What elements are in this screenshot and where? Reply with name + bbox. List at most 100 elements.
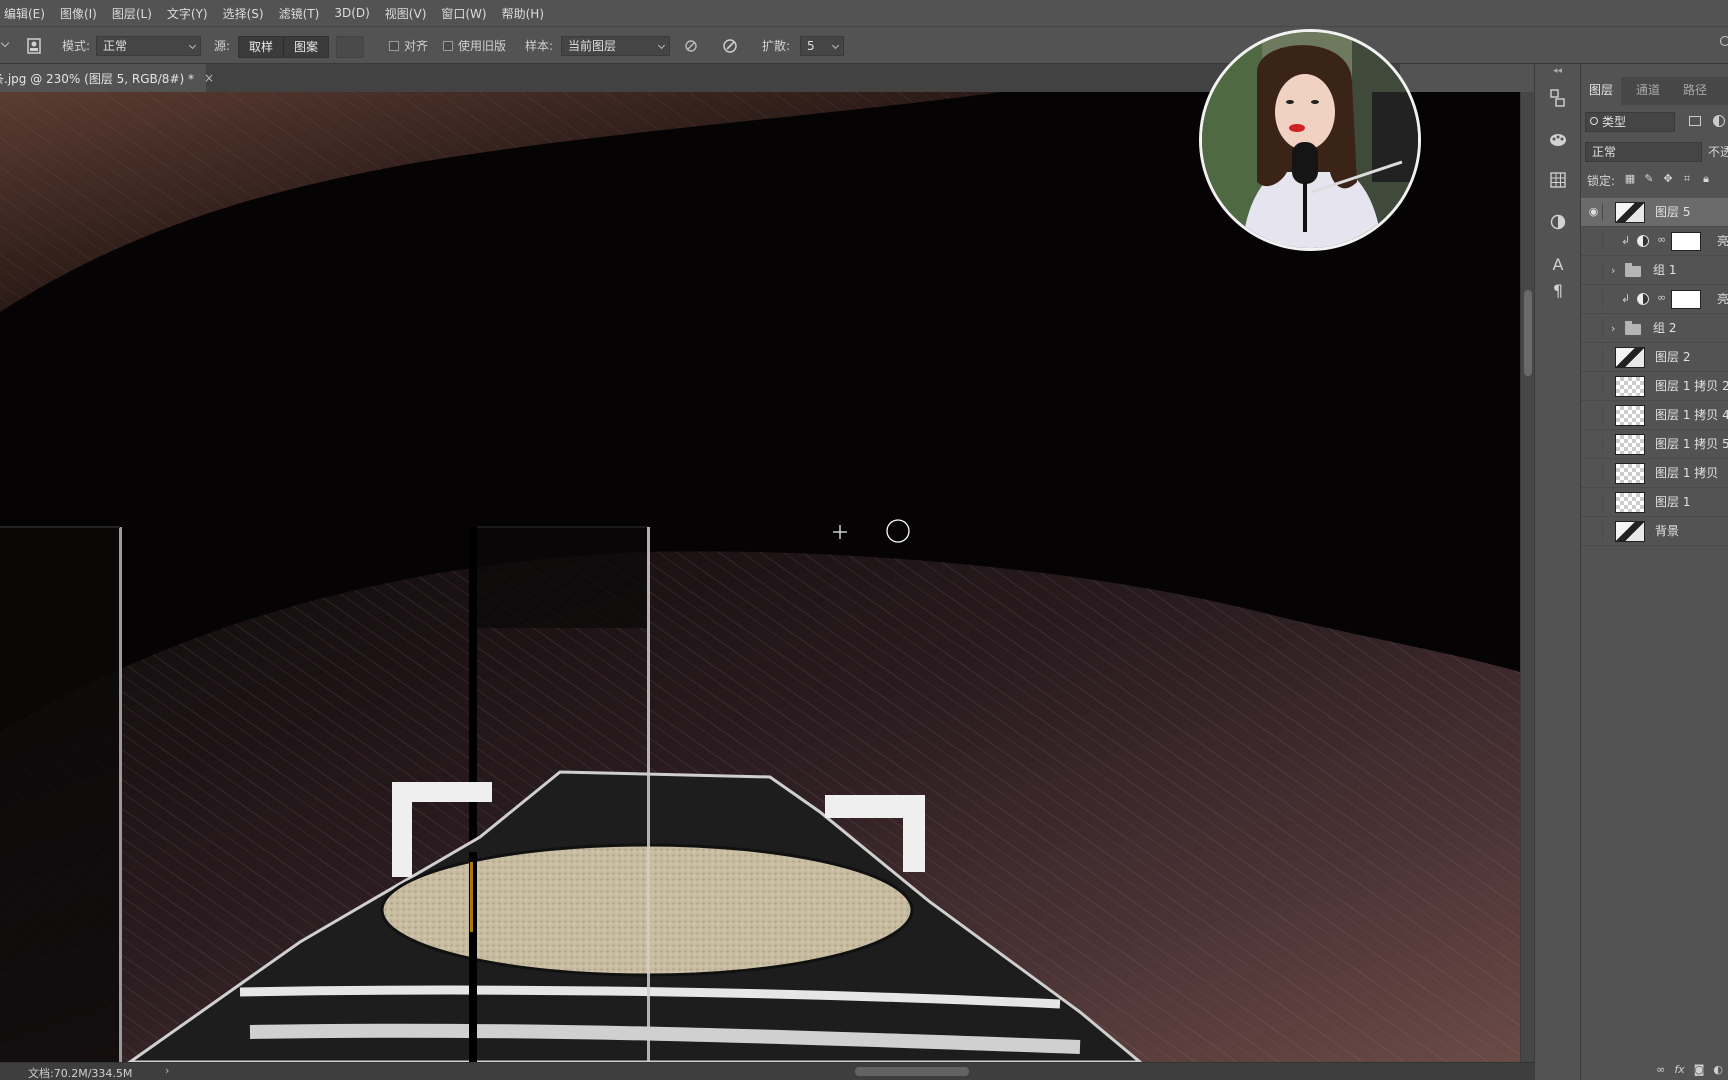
- lock-label: 锁定:: [1587, 174, 1616, 188]
- menu-select[interactable]: 选择(S): [223, 5, 264, 22]
- swatches-grid-icon[interactable]: [1548, 170, 1568, 190]
- mask-icon[interactable]: ◙: [1694, 1063, 1705, 1076]
- group-name: 组 1: [1653, 263, 1677, 277]
- layer-row[interactable]: 图层 1: [1581, 488, 1728, 517]
- visibility-toggle[interactable]: [1585, 319, 1603, 337]
- layer-row[interactable]: 图层 1 拷贝 5: [1581, 430, 1728, 459]
- color-palette-icon[interactable]: [1548, 130, 1568, 150]
- visibility-toggle[interactable]: [1585, 435, 1603, 453]
- layer-row[interactable]: 图层 1 拷贝 2: [1581, 372, 1728, 401]
- layer-name: 图层 1 拷贝: [1655, 466, 1719, 480]
- horizontal-scroll-thumb[interactable]: [855, 1067, 969, 1076]
- layer-row[interactable]: 图层 2: [1581, 343, 1728, 372]
- pressure-size-icon[interactable]: [1720, 36, 1728, 46]
- blend-mode-dropdown[interactable]: 正常: [1585, 142, 1702, 162]
- adjustment-layer-row[interactable]: ↲ ∞ 亮: [1581, 227, 1728, 256]
- paragraph-icon[interactable]: ¶: [1548, 280, 1568, 300]
- document-size-status[interactable]: 文档:70.2M/334.5M: [28, 1065, 132, 1080]
- source-sampled-button[interactable]: 取样: [239, 37, 283, 57]
- menu-3d[interactable]: 3D(D): [334, 6, 369, 20]
- visibility-toggle[interactable]: [1585, 232, 1603, 250]
- adjustment-layer-icon[interactable]: ◐: [1713, 1063, 1723, 1076]
- layer-list: ◉ 图层 5 ↲ ∞ 亮 › 组 1 ↲ ∞ 亮 › 组 2 图层 2 图层 1…: [1581, 198, 1728, 546]
- layer-mask-thumbnail[interactable]: [1671, 232, 1701, 251]
- legacy-checkbox[interactable]: 使用旧版: [443, 36, 506, 56]
- layer-thumbnail: [1615, 463, 1645, 484]
- status-menu-arrow-icon[interactable]: ›: [165, 1064, 169, 1077]
- webcam-overlay: [1199, 29, 1421, 251]
- adjustment-filter-icon[interactable]: [1713, 115, 1725, 127]
- group-name: 组 2: [1653, 321, 1677, 335]
- layer-thumbnail: [1615, 434, 1645, 455]
- layer-row[interactable]: 图层 1 拷贝: [1581, 459, 1728, 488]
- visibility-toggle[interactable]: [1585, 522, 1603, 540]
- panel-icon-strip: ◂◂ A ¶: [1534, 64, 1580, 1080]
- clone-stamp-tool-icon[interactable]: [24, 36, 44, 56]
- source-toggle: 取样 图案: [238, 36, 330, 58]
- vertical-scroll-thumb[interactable]: [1524, 290, 1532, 376]
- menu-layer[interactable]: 图层(L): [112, 5, 152, 22]
- menu-help[interactable]: 帮助(H): [502, 5, 544, 22]
- layer-mask-thumbnail[interactable]: [1671, 290, 1701, 309]
- adjustments-icon[interactable]: [1548, 212, 1568, 232]
- close-tab-icon[interactable]: ×: [204, 71, 214, 85]
- lock-pixels-icon[interactable]: ✎: [1642, 172, 1656, 186]
- group-row[interactable]: › 组 2: [1581, 314, 1728, 343]
- link-icon[interactable]: ∞: [1656, 1063, 1665, 1076]
- ignore-adjustment-icon[interactable]: [681, 36, 701, 56]
- layer-row[interactable]: 图层 1 拷贝 4: [1581, 401, 1728, 430]
- pattern-picker[interactable]: [336, 36, 364, 58]
- adjustment-layer-row[interactable]: ↲ ∞ 亮: [1581, 285, 1728, 314]
- layer-row[interactable]: 背景: [1581, 517, 1728, 546]
- layer-name: 图层 2: [1655, 350, 1691, 364]
- visibility-toggle[interactable]: [1585, 348, 1603, 366]
- lock-transparency-icon[interactable]: ▦: [1623, 172, 1637, 186]
- link-chain-icon[interactable]: ∞: [1657, 291, 1666, 304]
- vertical-scrollbar[interactable]: [1520, 92, 1534, 1062]
- menu-edit[interactable]: 编辑(E): [4, 5, 45, 22]
- document-tab[interactable]: 条.jpg @ 230% (图层 5, RGB/8#) * ×: [0, 64, 214, 92]
- menu-view[interactable]: 视图(V): [385, 5, 427, 22]
- visibility-toggle[interactable]: [1585, 464, 1603, 482]
- visibility-toggle[interactable]: [1585, 377, 1603, 395]
- lock-artboard-icon[interactable]: ⌗: [1680, 172, 1694, 186]
- tab-layers[interactable]: 图层: [1581, 77, 1622, 105]
- menu-window[interactable]: 窗口(W): [441, 5, 486, 22]
- group-row[interactable]: › 组 1: [1581, 256, 1728, 285]
- mode-dropdown[interactable]: 正常: [96, 36, 201, 56]
- layer-thumbnail: [1615, 521, 1645, 542]
- collapse-panels-icon[interactable]: ◂◂: [1553, 66, 1562, 76]
- layer-row[interactable]: ◉ 图层 5: [1581, 198, 1728, 227]
- legacy-label: 使用旧版: [458, 39, 507, 53]
- expand-group-chevron-icon[interactable]: ›: [1611, 314, 1615, 343]
- visibility-toggle[interactable]: [1585, 493, 1603, 511]
- tab-paths[interactable]: 路径: [1683, 77, 1707, 105]
- layer-name: 图层 5: [1655, 205, 1691, 219]
- menu-filter[interactable]: 滤镜(T): [279, 5, 320, 22]
- layers-panel: 图层 通道 路径 类型 正常 不透 锁定: ▦ ✎ ✥ ⌗ 🔒︎ ◉ 图层 5 …: [1580, 64, 1728, 1080]
- tab-channels[interactable]: 通道: [1636, 77, 1660, 105]
- layer-filter-dropdown[interactable]: 类型: [1585, 112, 1675, 132]
- lock-position-icon[interactable]: ✥: [1661, 172, 1675, 186]
- diffusion-dropdown[interactable]: 5: [800, 36, 844, 56]
- visibility-toggle[interactable]: [1585, 261, 1603, 279]
- aligned-checkbox[interactable]: 对齐: [389, 36, 428, 56]
- image-filter-icon[interactable]: [1689, 116, 1701, 126]
- link-chain-icon[interactable]: ∞: [1657, 233, 1666, 246]
- visibility-toggle[interactable]: [1585, 290, 1603, 308]
- history-icon[interactable]: [1548, 88, 1568, 108]
- layer-name: 图层 1 拷贝 4: [1655, 408, 1728, 422]
- visibility-eye-icon[interactable]: ◉: [1585, 203, 1603, 221]
- menu-image[interactable]: 图像(I): [60, 5, 97, 22]
- pressure-brush-icon[interactable]: [720, 36, 740, 56]
- character-icon[interactable]: A: [1548, 254, 1568, 274]
- menu-type[interactable]: 文字(Y): [167, 5, 208, 22]
- source-pattern-button[interactable]: 图案: [283, 37, 328, 57]
- opacity-label: 不透: [1708, 145, 1728, 159]
- sample-dropdown[interactable]: 当前图层: [561, 36, 670, 56]
- expand-group-chevron-icon[interactable]: ›: [1611, 256, 1615, 285]
- fx-icon[interactable]: fx: [1674, 1063, 1684, 1076]
- tool-preset-chevron-icon[interactable]: [0, 38, 10, 48]
- visibility-toggle[interactable]: [1585, 406, 1603, 424]
- lock-all-icon[interactable]: 🔒︎: [1699, 172, 1713, 186]
